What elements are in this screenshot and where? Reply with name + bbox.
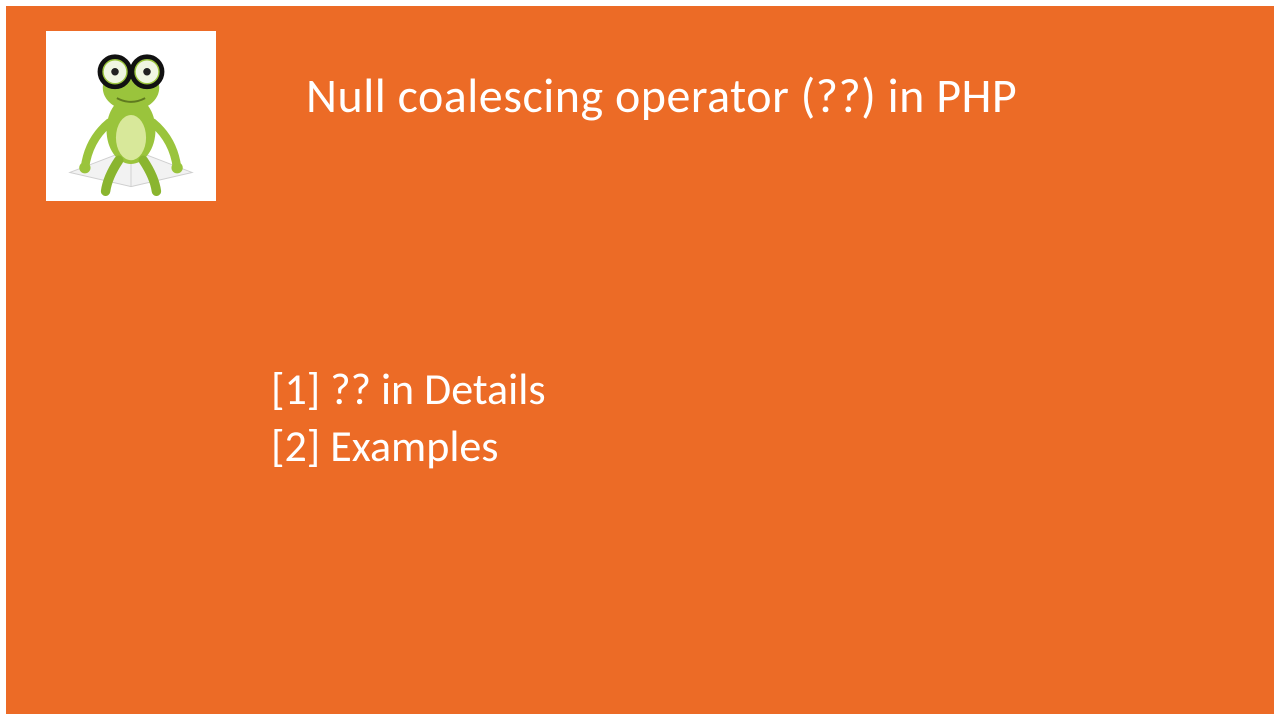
- frog-reading-icon: [51, 36, 211, 196]
- agenda-list: [1] ?? in Details [2] Examples: [271, 361, 546, 475]
- slide-background: Null coalescing operator (??) in PHP [1]…: [6, 6, 1274, 714]
- slide-title: Null coalescing operator (??) in PHP: [306, 66, 1017, 125]
- agenda-item-1: [1] ?? in Details: [271, 361, 546, 418]
- mascot-logo: [46, 31, 216, 201]
- agenda-item-2: [2] Examples: [271, 418, 546, 475]
